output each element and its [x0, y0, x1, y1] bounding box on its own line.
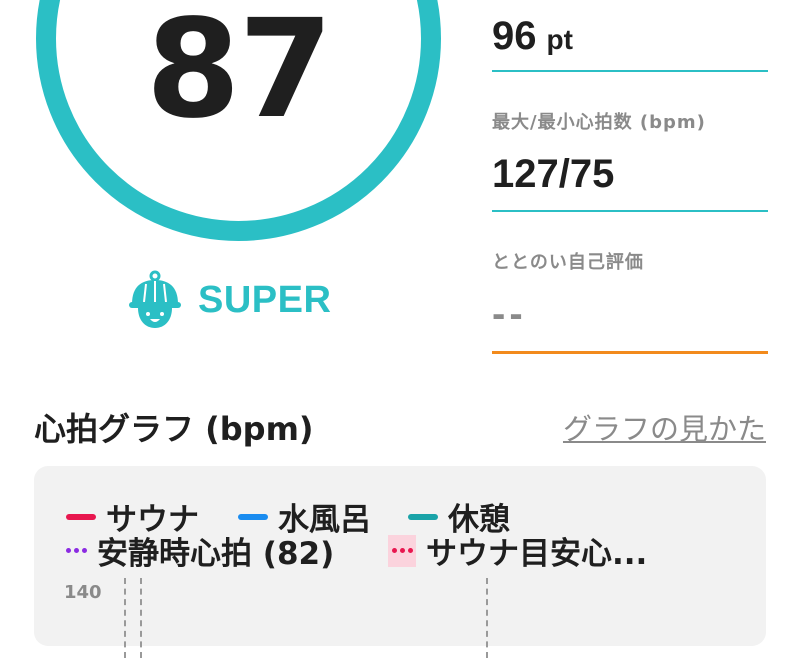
- legend-label: 安静時心拍 (82): [97, 536, 335, 572]
- heart-rate-row: 127/75: [492, 152, 768, 197]
- legend-line-icon: [408, 513, 438, 520]
- legend-zone-icon: [388, 534, 416, 567]
- heart-rate-label-row: 最大/最小心拍数 (bpm): [492, 108, 768, 134]
- legend-dotted-line-icon: [66, 548, 87, 553]
- heart-rate-label: 最大/最小心拍数 (bpm): [492, 112, 706, 133]
- rank-badge: SUPER: [128, 270, 331, 330]
- y-axis-line: [124, 578, 126, 658]
- self-eval-underline: [492, 351, 768, 354]
- points-value: 96: [492, 14, 537, 58]
- graph-title: 心拍グラフ (bpm): [34, 410, 314, 448]
- gridline-dashed: [140, 578, 142, 658]
- self-eval-value[interactable]: --: [492, 292, 527, 336]
- heart-rate-value: 127/75: [492, 152, 615, 196]
- heart-rate-graph-panel: サウナ 水風呂 休憩 安静時心拍 (82) サウナ目安心... 140: [34, 466, 766, 658]
- gridline-dashed: [486, 578, 488, 658]
- legend-item-resting-hr: 安静時心拍 (82): [66, 528, 334, 573]
- legend-item-sauna-target-zone: サウナ目安心...: [388, 528, 647, 573]
- points-unit: pt: [546, 24, 573, 55]
- self-eval-row[interactable]: --: [492, 292, 768, 337]
- sauna-hat-face-icon: [129, 270, 181, 328]
- self-eval-label-row: ととのい自己評価: [492, 248, 768, 274]
- legend-line-icon: [66, 513, 96, 520]
- legend-line-icon: [238, 513, 268, 520]
- graph-help-link[interactable]: グラフの見かた: [563, 406, 766, 448]
- divider: [492, 70, 768, 72]
- sauna-score-value: 87: [145, 0, 333, 149]
- legend-label: サウナ目安心...: [426, 536, 648, 572]
- divider: [492, 210, 768, 212]
- rank-label: SUPER: [198, 278, 332, 321]
- points-row: 96 pt: [492, 14, 768, 59]
- self-eval-label: ととのい自己評価: [492, 252, 644, 273]
